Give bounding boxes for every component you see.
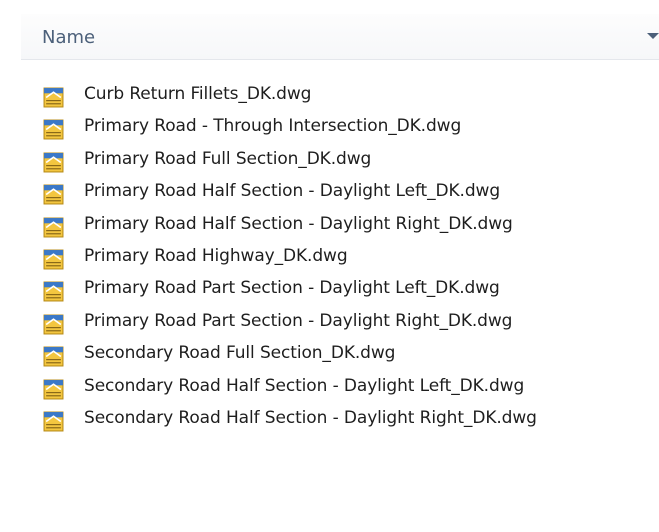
dwg-file-icon xyxy=(43,217,64,238)
list-item[interactable]: Curb Return Fillets_DK.dwg xyxy=(0,81,659,113)
list-item[interactable]: Primary Road Highway_DK.dwg xyxy=(0,243,659,275)
file-name: Secondary Road Full Section_DK.dwg xyxy=(84,343,396,364)
file-name: Primary Road Half Section - Daylight Lef… xyxy=(84,181,501,202)
list-item[interactable]: Primary Road Half Section - Daylight Rig… xyxy=(0,211,659,243)
file-name: Primary Road Part Section - Daylight Rig… xyxy=(84,310,513,331)
dwg-file-icon xyxy=(43,87,64,108)
file-name: Secondary Road Half Section - Daylight L… xyxy=(84,375,525,396)
dwg-file-icon xyxy=(43,249,64,270)
list-item[interactable]: Primary Road Half Section - Daylight Lef… xyxy=(0,178,659,210)
file-list: Curb Return Fillets_DK.dwg Primary Road … xyxy=(0,81,659,437)
dwg-file-icon xyxy=(43,314,64,335)
list-item[interactable]: Primary Road Part Section - Daylight Lef… xyxy=(0,275,659,307)
list-item[interactable]: Primary Road Full Section_DK.dwg xyxy=(0,146,659,178)
list-header: Name xyxy=(0,0,659,64)
list-item[interactable]: Primary Road - Through Intersection_DK.d… xyxy=(0,113,659,145)
list-item[interactable]: Primary Road Part Section - Daylight Rig… xyxy=(0,308,659,340)
file-name: Primary Road Half Section - Daylight Rig… xyxy=(84,213,513,234)
dwg-file-icon xyxy=(43,184,64,205)
file-name: Primary Road - Through Intersection_DK.d… xyxy=(84,116,462,137)
dwg-file-icon xyxy=(43,411,64,432)
dwg-file-icon xyxy=(43,379,64,399)
list-item[interactable]: Secondary Road Half Section - Daylight L… xyxy=(0,373,659,405)
dwg-file-icon xyxy=(43,346,64,367)
list-item[interactable]: Secondary Road Full Section_DK.dwg xyxy=(0,340,659,372)
name-column-header[interactable]: Name xyxy=(21,14,659,60)
name-column-label: Name xyxy=(42,27,96,48)
file-name: Primary Road Part Section - Daylight Lef… xyxy=(84,278,500,299)
dwg-file-icon xyxy=(43,119,64,140)
file-name: Curb Return Fillets_DK.dwg xyxy=(84,84,312,104)
file-explorer-list: { "header": { "name_column_label": "Name… xyxy=(0,0,659,532)
dwg-file-icon xyxy=(43,281,64,302)
list-item[interactable]: Secondary Road Half Section - Daylight R… xyxy=(0,405,659,437)
file-name: Primary Road Highway_DK.dwg xyxy=(84,245,348,266)
file-name: Primary Road Full Section_DK.dwg xyxy=(84,148,372,169)
dwg-file-icon xyxy=(43,152,64,173)
chevron-down-icon[interactable] xyxy=(647,33,659,39)
file-name: Secondary Road Half Section - Daylight R… xyxy=(84,407,537,428)
